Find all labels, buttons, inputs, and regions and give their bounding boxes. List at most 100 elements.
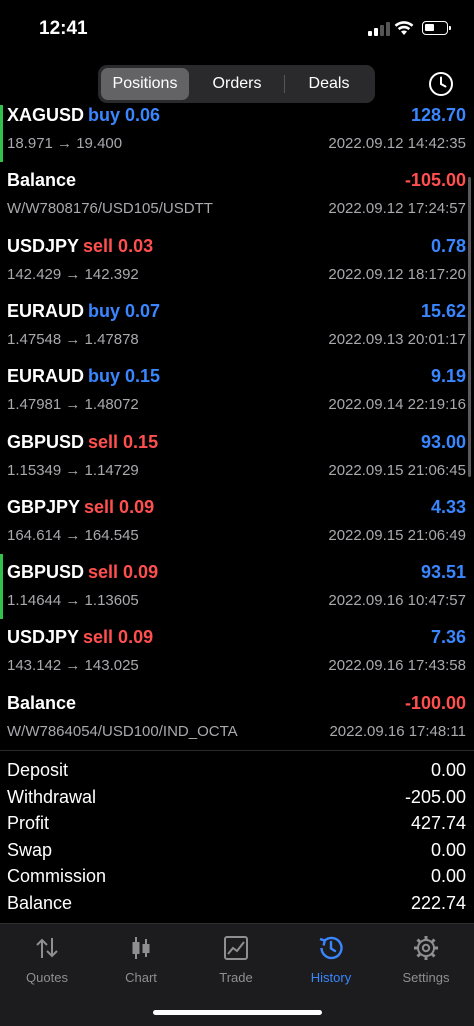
deal-profit: 128.70 [410,105,466,125]
deal-symbol: GBPUSD sell 0.09 [7,562,158,583]
deal-symbol: USDJPY sell 0.03 [7,236,153,257]
deal-time: 2022.09.16 17:48:11 [329,722,466,740]
deal-time: 2022.09.12 17:24:57 [328,200,466,218]
deal-prices: 143.142 → 143.025 [7,657,139,675]
summary-value: 222.74 [410,893,466,913]
deal-row[interactable]: USDJPY sell 0.09 143.142 → 143.025 7.36 2022… [0,619,474,684]
open-marker [0,105,3,162]
deal-row[interactable]: Balance W/W7808176/USD105/USDTT -105.00 202… [0,162,474,227]
summary-value: 0.00 [430,866,466,887]
deal-prices: 18.971 → 19.400 [7,135,123,152]
deal-direction: buy 0.06 [88,105,161,125]
deal-prices: W/W7808176/USD105/USDTT [7,200,213,218]
summary-label: Commission [7,866,107,887]
tab-quotes[interactable]: Quotes [0,930,94,985]
summary-value: 427.74 [410,813,466,834]
deal-row[interactable]: GBPUSD sell 0.15 1.15349 → 1.14729 93.00 202… [0,424,474,489]
deal-direction: buy 0.15 [88,366,161,387]
gear-icon [414,936,438,960]
candlestick-chart-icon [132,937,150,959]
deal-symbol: Balance [7,170,80,191]
symbol-name: USDJPY [7,627,80,648]
deal-time: 2022.09.16 10:47:57 [328,592,466,610]
status-bar: 12:41 [0,0,474,56]
deal-time: 2022.09.15 21:06:49 [328,526,466,544]
deal-direction: sell 0.03 [83,235,154,256]
tab-settings[interactable]: Settings [379,930,473,985]
deal-symbol: Balance [7,693,80,714]
deal-row[interactable]: EURAUD buy 0.07 1.47548 → 1.47878 15.62 2022… [0,293,474,358]
history-period-clock-icon[interactable] [427,70,455,98]
deal-direction: sell 0.09 [83,627,154,648]
symbol-name: Balance [7,692,77,713]
tab-chart[interactable]: Chart [94,930,188,985]
deal-prices: 1.47548 → 1.47878 [7,330,139,348]
tab-orders[interactable]: Orders [192,68,282,100]
symbol-name: EURAUD [7,300,85,321]
deal-row[interactable]: Balance W/W7864054/USD100/IND_OCTA -100.00… [0,685,474,750]
summary-row-balance: Balance 222.74 [0,890,474,916]
deal-direction: buy 0.07 [88,300,161,321]
tab-settings-label: Settings [402,970,450,985]
scrollbar[interactable] [468,177,471,477]
home-indicator[interactable] [153,1010,322,1015]
deal-profit: 93.51 [420,562,466,583]
symbol-name: Balance [7,170,77,191]
deal-direction: sell 0.09 [84,496,155,517]
deal-profit: 9.19 [430,366,466,387]
history-mode-tabs: Positions Orders Deals [98,65,375,103]
tab-deals[interactable]: Deals [286,68,372,100]
history-clock-icon [319,936,343,960]
summary-label: Swap [7,839,53,860]
tab-history[interactable]: History [284,930,378,985]
summary-row-swap: Swap 0.00 [0,837,474,863]
deal-profit: -105.00 [404,170,466,191]
summary-label: Deposit [7,760,69,780]
summary-value: -205.00 [404,786,466,807]
deal-time: 2022.09.13 20:01:17 [328,330,466,348]
deal-direction: sell 0.15 [88,431,159,452]
summary-value: 0.00 [430,839,466,860]
deal-symbol: EURAUD buy 0.07 [7,301,160,322]
tab-positions[interactable]: Positions [101,68,189,100]
deal-prices: 1.47981 → 1.48072 [7,396,139,414]
deal-symbol: GBPJPY sell 0.09 [7,497,154,518]
summary-row-profit: Profit 427.74 [0,810,474,836]
deal-symbol: GBPUSD sell 0.15 [7,432,158,453]
deal-row[interactable]: EURAUD buy 0.15 1.47981 → 1.48072 9.19 2022.… [0,358,474,423]
deal-profit: 7.36 [430,627,466,648]
deal-time: 2022.09.12 14:42:35 [328,135,466,152]
tab-trade[interactable]: Trade [189,930,283,985]
deals-list[interactable]: XAGUSD buy 0.06 18.971 → 19.400 128.70 2022.… [0,105,474,750]
deal-prices: W/W7864054/USD100/IND_OCTA [7,722,238,740]
deal-time: 2022.09.12 18:17:20 [328,265,466,283]
summary-value: 0.00 [430,760,466,780]
symbol-name: GBPUSD [7,562,85,583]
deal-prices: 1.14644 → 1.13605 [7,592,139,610]
deal-time: 2022.09.14 22:19:16 [328,396,466,414]
deal-row[interactable]: GBPUSD sell 0.09 1.14644 → 1.13605 93.51 202… [0,554,474,620]
deal-row[interactable]: XAGUSD buy 0.06 18.971 → 19.400 128.70 2022.… [0,105,474,162]
deal-row[interactable]: GBPJPY sell 0.09 164.614 → 164.545 4.33 2022… [0,489,474,554]
summary-row-deposit: Deposit 0.00 [0,757,474,783]
deal-prices: 1.15349 → 1.14729 [7,461,139,479]
deal-symbol: EURAUD buy 0.15 [7,366,160,387]
battery-icon [422,21,451,35]
divider [0,750,474,751]
deal-row[interactable]: USDJPY sell 0.03 142.429 → 142.392 0.78 2022… [0,228,474,293]
tab-chart-label: Chart [125,970,157,985]
tab-trade-label: Trade [219,970,253,985]
deal-symbol: XAGUSD buy 0.06 [7,105,160,126]
symbol-name: XAGUSD [7,105,85,125]
trade-chart-icon [224,936,248,960]
symbol-name: USDJPY [7,235,80,256]
clock-time: 12:41 [39,18,88,39]
deal-prices: 142.429 → 142.392 [7,265,139,283]
open-marker [0,554,3,620]
deal-profit: 0.78 [430,235,466,256]
deal-profit: -100.00 [404,692,466,713]
cellular-signal-icon [368,22,390,36]
summary-row-commission: Commission 0.00 [0,863,474,889]
wifi-icon [394,21,414,35]
quotes-arrows-icon [36,938,58,958]
